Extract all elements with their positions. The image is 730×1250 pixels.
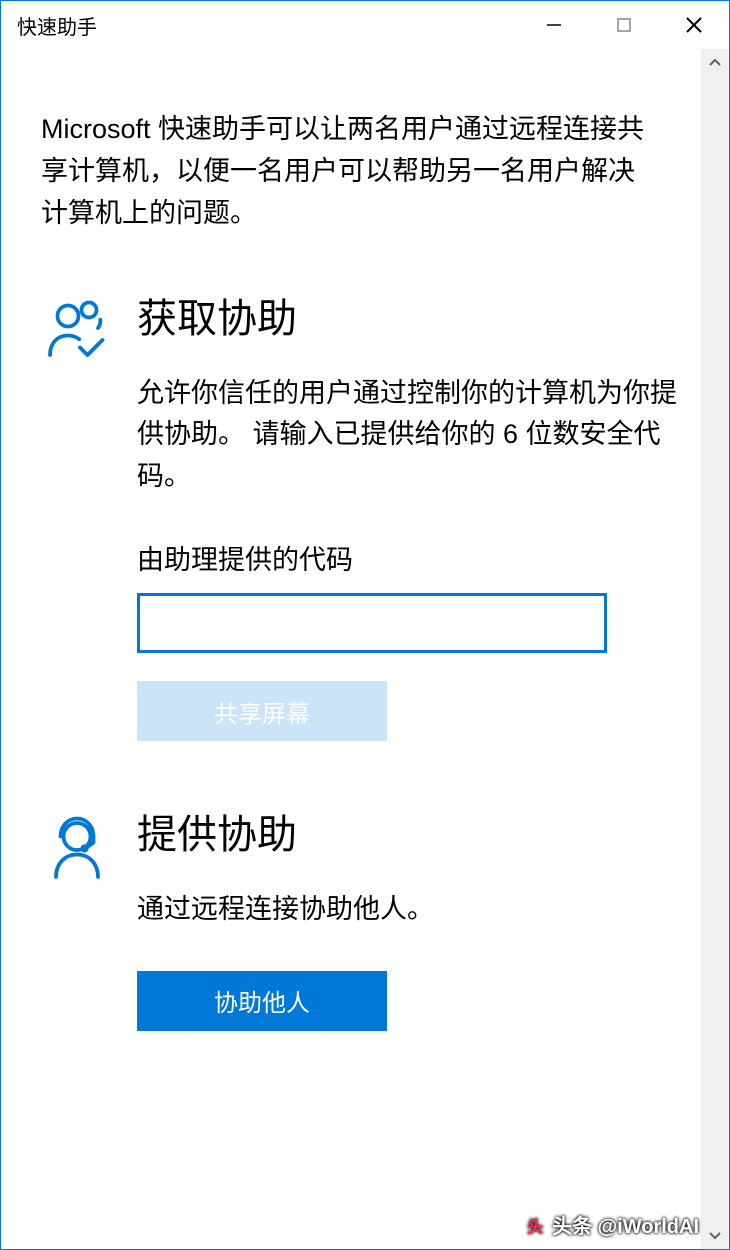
close-button[interactable] <box>659 1 729 49</box>
assist-others-button[interactable]: 协助他人 <box>137 971 387 1031</box>
get-help-desc: 允许你信任的用户通过控制你的计算机为你提供协助。 请输入已提供给你的 6 位数安… <box>137 373 701 499</box>
watermark-text: 头条 @iWorldAI <box>552 1210 699 1239</box>
give-help-header: 提供协助 通过远程连接协助他人。 协助他人 <box>41 811 701 1031</box>
intro-text: Microsoft 快速助手可以让两名用户通过远程连接共享计算机，以便一名用户可… <box>41 109 701 235</box>
get-help-section: 获取协助 允许你信任的用户通过控制你的计算机为你提供协助。 请输入已提供给你的 … <box>41 295 701 742</box>
give-help-desc: 通过远程连接协助他人。 <box>137 889 701 931</box>
window-title: 快速助手 <box>17 11 519 40</box>
get-help-title: 获取协助 <box>137 295 701 343</box>
chevron-up-icon <box>707 55 723 71</box>
chevron-down-icon <box>707 1227 723 1243</box>
get-help-header: 获取协助 允许你信任的用户通过控制你的计算机为你提供协助。 请输入已提供给你的 … <box>41 295 701 742</box>
app-window: 快速助手 Microsoft 快速助手可以让两名用户通过远程连接共享计算机，以便… <box>0 0 730 1250</box>
content-wrapper: Microsoft 快速助手可以让两名用户通过远程连接共享计算机，以便一名用户可… <box>1 49 729 1249</box>
code-input-label: 由助理提供的代码 <box>137 538 701 577</box>
maximize-button[interactable] <box>589 1 659 49</box>
give-help-section: 提供协助 通过远程连接协助他人。 协助他人 <box>41 811 701 1031</box>
code-input[interactable] <box>137 593 607 653</box>
minimize-button[interactable] <box>519 1 589 49</box>
minimize-icon <box>545 16 563 34</box>
window-controls <box>519 1 729 49</box>
scroll-up-button[interactable] <box>701 49 729 77</box>
titlebar: 快速助手 <box>1 1 729 49</box>
watermark: 头 头条 @iWorldAI <box>524 1210 699 1239</box>
close-icon <box>684 15 704 35</box>
give-help-title: 提供协助 <box>137 811 701 859</box>
get-help-body: 获取协助 允许你信任的用户通过控制你的计算机为你提供协助。 请输入已提供给你的 … <box>137 295 701 742</box>
scroll-down-button[interactable] <box>701 1221 729 1249</box>
maximize-icon <box>616 17 632 33</box>
headset-person-icon <box>41 811 113 883</box>
content: Microsoft 快速助手可以让两名用户通过远程连接共享计算机，以便一名用户可… <box>1 49 701 1249</box>
people-check-icon <box>41 295 113 367</box>
scroll-track[interactable] <box>701 77 729 1221</box>
give-help-body: 提供协助 通过远程连接协助他人。 协助他人 <box>137 811 701 1031</box>
vertical-scrollbar[interactable] <box>701 49 729 1249</box>
watermark-logo-icon: 头 <box>524 1214 546 1236</box>
share-screen-button[interactable]: 共享屏幕 <box>137 681 387 741</box>
